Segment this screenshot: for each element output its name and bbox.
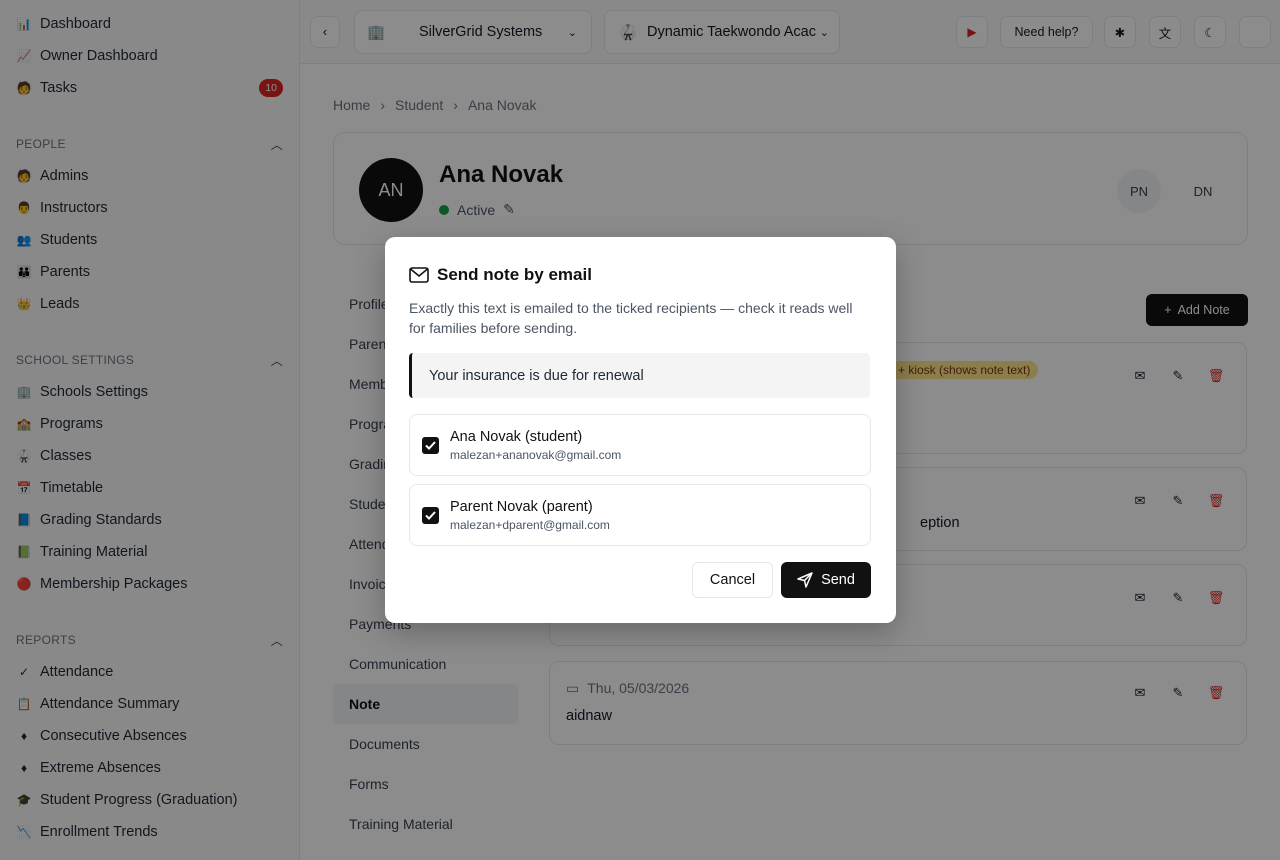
- note-preview: Your insurance is due for renewal: [409, 353, 870, 398]
- send-note-dialog: Send note by email Exactly this text is …: [385, 237, 896, 623]
- mail-icon: [409, 267, 429, 283]
- cancel-button[interactable]: Cancel: [692, 562, 773, 598]
- send-button[interactable]: Send: [781, 562, 871, 598]
- recipient-name: Ana Novak (student): [450, 429, 583, 445]
- recipient-email: malezan+dparent@gmail.com: [450, 518, 610, 532]
- recipient-name: Parent Novak (parent): [450, 499, 593, 515]
- recipient-checkbox[interactable]: [422, 437, 439, 454]
- recipient-checkbox[interactable]: [422, 507, 439, 524]
- send-label: Send: [821, 572, 855, 588]
- recipient-parent[interactable]: Parent Novak (parent) malezan+dparent@gm…: [409, 484, 871, 546]
- dialog-title: Send note by email: [409, 265, 592, 285]
- recipient-student[interactable]: Ana Novak (student) malezan+ananovak@gma…: [409, 414, 871, 476]
- dialog-title-label: Send note by email: [437, 265, 592, 284]
- checkmark-icon: [425, 441, 436, 450]
- checkmark-icon: [425, 511, 436, 520]
- send-icon: [797, 572, 813, 588]
- dialog-description: Exactly this text is emailed to the tick…: [409, 300, 853, 336]
- recipient-email: malezan+ananovak@gmail.com: [450, 448, 622, 462]
